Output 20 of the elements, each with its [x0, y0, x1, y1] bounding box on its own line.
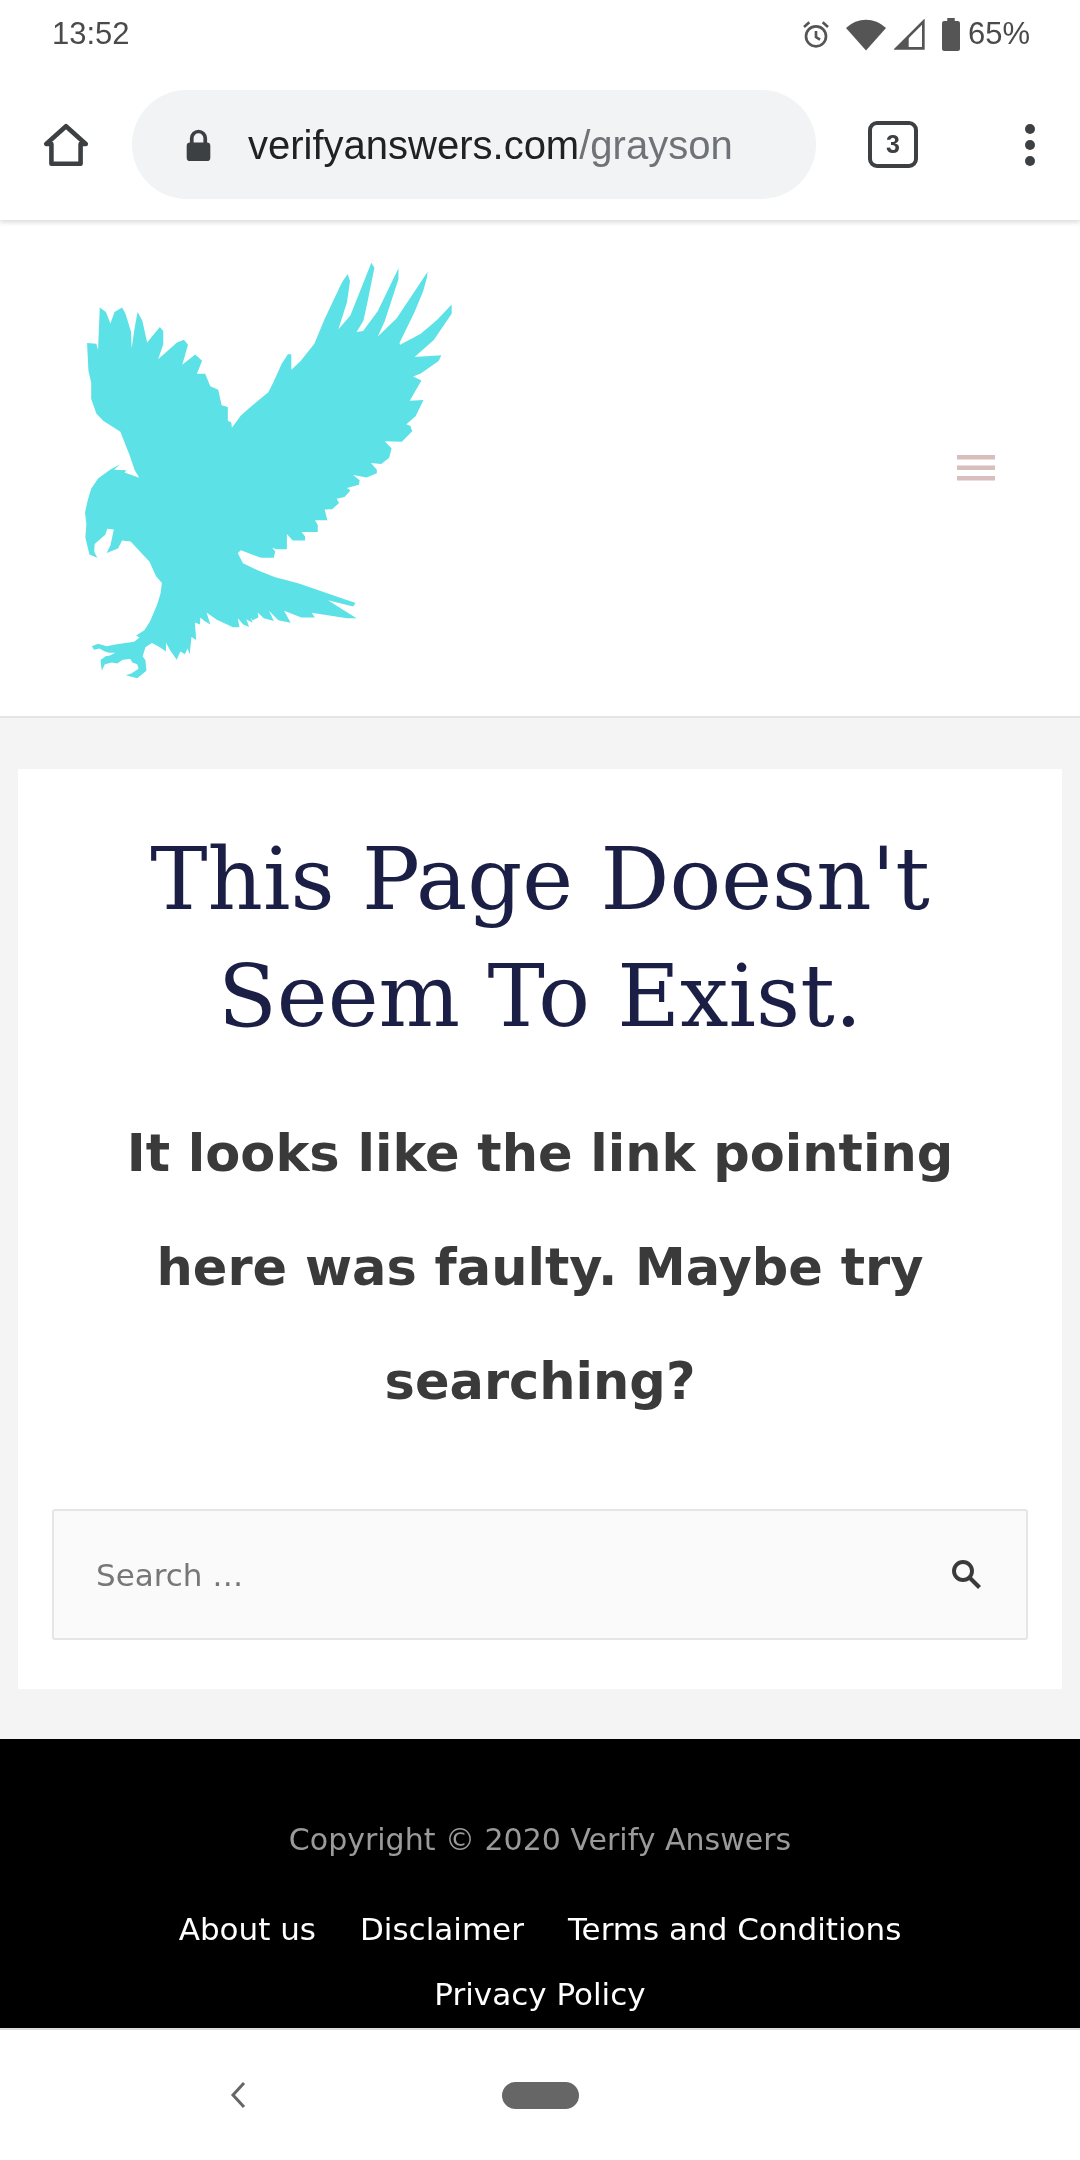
- search-field[interactable]: Search …: [52, 1509, 1028, 1640]
- home-handle[interactable]: [502, 2081, 579, 2109]
- error-message: It looks like the link pointing here was faulty. Maybe try searching?: [125, 1123, 955, 1413]
- wifi-icon: [845, 18, 886, 51]
- footer-link[interactable]: About us: [178, 1906, 316, 1953]
- status-time: 13:52: [52, 15, 130, 54]
- footer-link[interactable]: Disclaimer: [360, 1906, 524, 1953]
- back-icon[interactable]: [230, 2081, 246, 2109]
- copyright-text: Copyright © 2020 Verify Answers: [287, 1821, 793, 1859]
- signal-icon: [893, 18, 926, 51]
- tab-switcher-button[interactable]: 3: [868, 121, 918, 168]
- lock-icon: [185, 127, 212, 162]
- battery-percentage: 65%: [967, 15, 1030, 54]
- footer-link[interactable]: Privacy Policy: [434, 1970, 646, 2017]
- battery-icon: [941, 18, 960, 51]
- more-options-icon[interactable]: [1024, 122, 1036, 167]
- footer-link[interactable]: Terms and Conditions: [567, 1906, 902, 1953]
- search-icon[interactable]: [951, 1559, 981, 1589]
- address-bar[interactable]: verifyanswers.com/grayson: [132, 90, 816, 199]
- page-title: This Page Doesn't Seem To Exist.: [149, 828, 931, 1048]
